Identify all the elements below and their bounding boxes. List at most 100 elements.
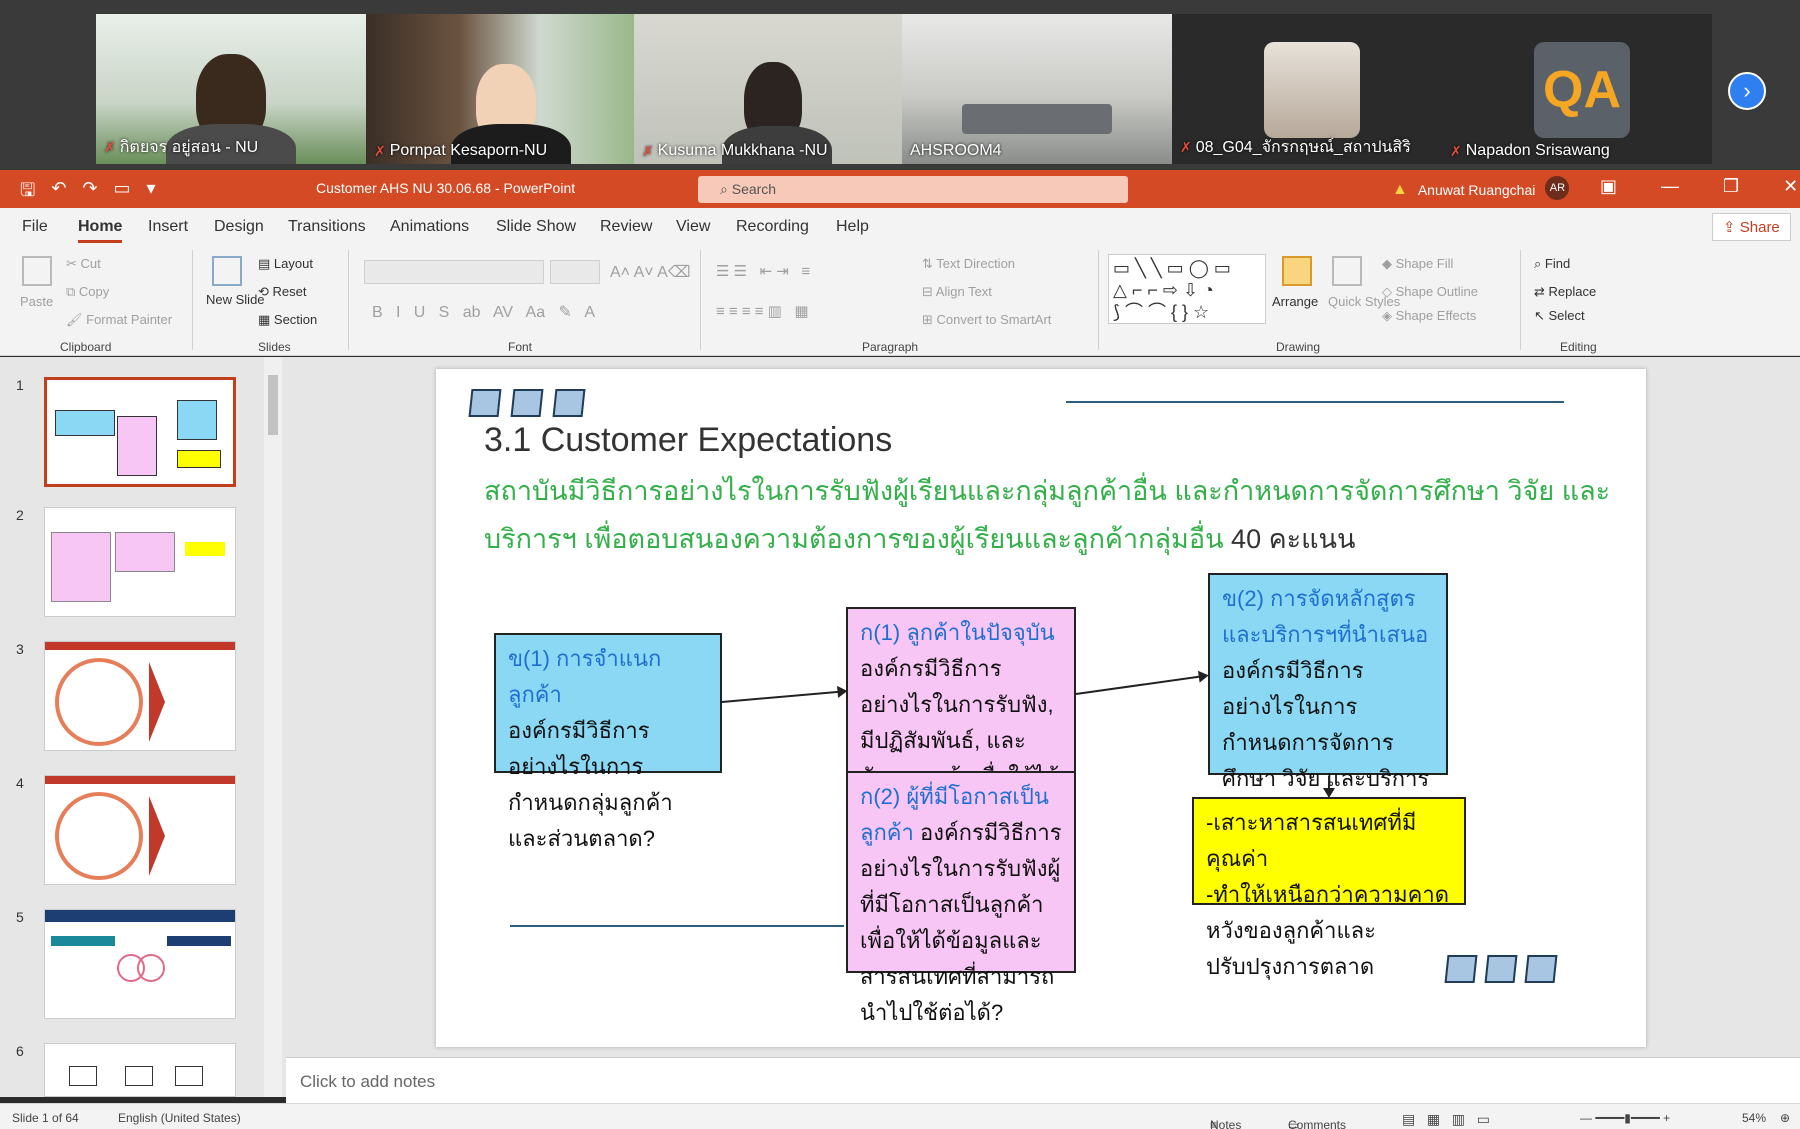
new-slide-button[interactable]: New Slide (206, 292, 265, 307)
tab-insert[interactable]: Insert (148, 218, 188, 236)
search-icon: ⌕ (720, 181, 732, 197)
tab-file[interactable]: File (22, 218, 48, 236)
current-slide[interactable]: 3.1 Customer Expectations สถาบันมีวิธีกา… (436, 369, 1646, 1047)
participant-tile-1[interactable]: ✗ กิตยจร อยู่สอน - NU (96, 14, 366, 164)
copy-button[interactable]: ⧉ Copy (66, 284, 109, 300)
shape-fill-button[interactable]: ◆ Shape Fill (1382, 256, 1453, 272)
next-page-icon[interactable]: › (1728, 72, 1766, 110)
tab-help[interactable]: Help (836, 218, 869, 236)
participant-tile-5[interactable]: ✗ 08_G04_จักรกฤษณ์_สถาปนสิริ (1172, 14, 1442, 164)
box-program-offerings[interactable]: ข(2) การจัดหลักสูตรและบริการฯที่นำเสนอ อ… (1208, 573, 1448, 863)
participant-name: Pornpat Kesaporn-NU (389, 142, 548, 159)
replace-button[interactable]: ⇄ Replace (1534, 284, 1596, 300)
tab-transitions[interactable]: Transitions (288, 218, 366, 236)
participant-tile-3[interactable]: ✗ Kusuma Mukkhana -NU (634, 14, 902, 164)
mic-off-icon: ✗ (374, 142, 386, 159)
tab-animations[interactable]: Animations (390, 218, 469, 236)
list-buttons[interactable]: ☰ ☰ ⇤ ⇥ ≡ (716, 262, 810, 280)
font-size-buttons[interactable]: A˄ A˅ A⌫ (610, 262, 690, 282)
shape-outline-button[interactable]: ◇ Shape Outline (1382, 284, 1478, 300)
ribbon-display-icon[interactable]: ▣ (1600, 176, 1617, 197)
layout-button[interactable]: ▤ Layout (258, 256, 313, 272)
mic-off-icon: ✗ (1180, 139, 1192, 155)
notes-pane[interactable]: Click to add notes (286, 1057, 1800, 1105)
share-button[interactable]: ⇪ Share (1712, 213, 1791, 241)
font-size-select[interactable] (550, 260, 600, 284)
zoom-level[interactable]: 54% (1742, 1111, 1766, 1125)
customize-icon[interactable]: ▾ (147, 178, 156, 208)
quick-styles-button[interactable]: Quick Styles (1328, 294, 1400, 309)
present-icon[interactable]: ▭ (114, 178, 131, 208)
decorative-square (1444, 955, 1478, 983)
restore-icon[interactable]: ❐ (1723, 176, 1739, 197)
slide-thumbnail-5[interactable] (44, 909, 236, 1019)
box-current-customers[interactable]: ก(1) ลูกค้าในปัจจุบัน องค์กรมีวิธีการอย่… (846, 607, 1076, 861)
select-button[interactable]: ↖ Select (1534, 308, 1585, 324)
undo-icon[interactable]: ↶ (51, 178, 66, 208)
box-potential-customers[interactable]: ก(2) ผู้ที่มีโอกาสเป็นลูกค้า องค์กรมีวิธ… (846, 771, 1076, 1025)
font-family-select[interactable] (364, 260, 544, 284)
format-painter-button[interactable]: 🖌 Format Painter (66, 312, 172, 328)
window-controls: ▣ — ❐ ✕ (1600, 176, 1798, 197)
box-customer-segmentation[interactable]: ข(1) การจำแนกลูกค้า องค์กรมีวิธีการอย่าง… (494, 633, 722, 851)
slide-counter: Slide 1 of 64 (12, 1111, 79, 1125)
participant-tile-6[interactable]: QA ✗ Napadon Srisawang (1442, 14, 1712, 164)
tab-review[interactable]: Review (600, 218, 652, 236)
slide-thumbnail-3[interactable] (44, 641, 236, 751)
view-buttons[interactable]: ▤ ▦ ▥ ▭ (1402, 1111, 1490, 1128)
shapes-gallery[interactable]: ▭ ╲ ╲ ▭ ◯ ▭ △ ⌐ ⌐ ⇨ ⇩ ◔ ⟆ ⌒ ⌒ { } ☆ (1108, 254, 1266, 324)
avatar (1264, 42, 1360, 138)
slide-thumbnails-pane: 1 2 3 4 5 6 (0, 357, 286, 1097)
slide-number: 2 (16, 507, 24, 523)
zoom-slider[interactable]: — ━━━━▮━━━━ + (1580, 1111, 1670, 1125)
smartart-icon: ⊞ (922, 312, 937, 327)
align-buttons[interactable]: ≡ ≡ ≡ ≡ ▥ ▦ (716, 302, 809, 320)
find-button[interactable]: ⌕ Find (1534, 256, 1570, 272)
new-slide-icon (212, 256, 242, 286)
redo-icon[interactable]: ↷ (82, 178, 97, 208)
box-outcomes[interactable]: -เสาะหาสารสนเทศที่มีคุณค่า -ทำให้เหนือกว… (1192, 797, 1466, 979)
tab-recording[interactable]: Recording (736, 218, 809, 236)
text-direction-button[interactable]: ⇅ Text Direction (922, 256, 1015, 272)
paste-button[interactable]: Paste (20, 294, 53, 309)
convert-smartart-button[interactable]: ⊞ Convert to SmartArt (922, 312, 1051, 328)
participant-tile-2[interactable]: ✗ Pornpat Kesaporn-NU (366, 14, 634, 164)
participant-tile-4[interactable]: AHSROOM4 (902, 14, 1172, 164)
slide-question[interactable]: สถาบันมีวิธีการอย่างไรในการรับฟังผู้เรีย… (484, 467, 1614, 563)
reset-button[interactable]: ⟲ Reset (258, 284, 306, 300)
copy-icon: ⧉ (66, 284, 79, 299)
minimize-icon[interactable]: — (1661, 176, 1679, 197)
search-input[interactable]: ⌕ Search (698, 176, 1128, 203)
status-bar: Slide 1 of 64 English (United States) ≡ … (0, 1103, 1800, 1129)
fit-slide-icon[interactable]: ⊕ (1780, 1111, 1790, 1125)
tab-design[interactable]: Design (214, 218, 264, 236)
slide-title[interactable]: 3.1 Customer Expectations (484, 421, 892, 460)
slide-thumbnail-1[interactable] (44, 377, 236, 487)
decorative-square (468, 389, 502, 417)
slide-thumbnail-2[interactable] (44, 507, 236, 617)
close-icon[interactable]: ✕ (1783, 176, 1798, 197)
slide-thumbnail-4[interactable] (44, 775, 236, 885)
tab-slide-show[interactable]: Slide Show (496, 218, 576, 236)
tab-home[interactable]: Home (78, 218, 123, 243)
arrange-button[interactable]: Arrange (1272, 294, 1318, 309)
decorative-square (1484, 955, 1518, 983)
tab-view[interactable]: View (676, 218, 710, 236)
language-indicator[interactable]: English (United States) (118, 1111, 241, 1125)
slide-thumbnail-6[interactable] (44, 1043, 236, 1097)
participant-name: กิตยจร อยู่สอน - NU (119, 139, 259, 156)
scrollbar-thumb[interactable] (268, 375, 278, 435)
thumbnail-scrollbar[interactable] (264, 357, 282, 1097)
zoom-powerpoint-window: ✗ กิตยจร อยู่สอน - NU ✗ Pornpat Kesaporn-N… (0, 0, 1800, 1129)
section-button[interactable]: ▦ Section (258, 312, 317, 328)
reset-icon: ⟲ (258, 284, 273, 299)
shape-effects-button[interactable]: ◈ Shape Effects (1382, 308, 1476, 324)
arrow-connector (721, 690, 846, 703)
font-format-buttons[interactable]: B I U S ab AV Aa ✎ A (372, 302, 595, 322)
cut-button[interactable]: ✂ Cut (66, 256, 101, 272)
save-icon[interactable]: 🖫 (20, 178, 35, 208)
align-text-button[interactable]: ⊟ Align Text (922, 284, 992, 300)
participant-name: 08_G04_จักรกฤษณ์_สถาปนสิริ (1195, 139, 1411, 156)
title-bar: 🖫 ↶ ↷ ▭ ▾ Customer AHS NU 30.06.68 - Pow… (0, 170, 1800, 208)
user-account[interactable]: ▲ Anuwat Ruangchai AR (1392, 176, 1570, 200)
